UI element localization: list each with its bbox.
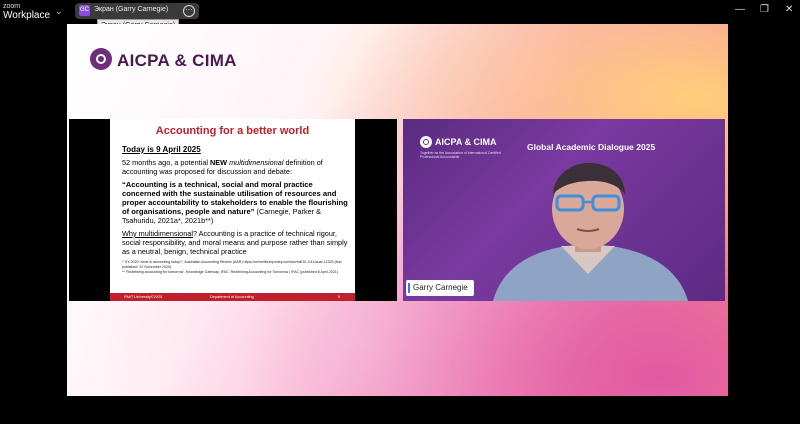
participant-name-tag: Garry Carnegie	[406, 280, 474, 296]
slide-footer-bar: RMIT University©2025 Department of Accou…	[110, 293, 355, 301]
footer-left: RMIT University©2025	[124, 295, 163, 299]
brand-large: Workplace	[3, 10, 51, 21]
slide-paragraph: 52 months ago, a potential NEW multidime…	[122, 158, 352, 176]
event-title: Global Academic Dialogue 2025	[527, 142, 656, 152]
footer-mid: Department of Accounting	[210, 295, 254, 299]
why-label: Why multidimensional	[122, 229, 193, 238]
close-button[interactable]: ✕	[785, 4, 793, 15]
slide-panel: Accounting for a better world Today is 9…	[69, 119, 397, 301]
more-options-icon[interactable]: ⋯	[183, 5, 195, 17]
minimize-button[interactable]: —	[735, 4, 745, 15]
share-label: Экран (Garry Carnegie)	[94, 6, 169, 13]
video-logo-text: AICPA & CIMA	[435, 137, 497, 147]
zoom-workplace-logo: zoom Workplace	[3, 3, 50, 21]
brand-small: zoom	[3, 3, 21, 10]
shared-screen: AICPA & CIMA Accounting for a better wor…	[67, 24, 728, 396]
footnote-2: ** 'Redefining accounting for tomorrow',…	[122, 270, 338, 274]
participant-video[interactable]: AICPA & CIMA Together as the Association…	[403, 119, 725, 301]
aicpa-cima-mark-icon	[90, 48, 112, 70]
slide-title: Accounting for a better world	[155, 125, 310, 137]
para-text: 52 months ago, a potential	[122, 158, 211, 167]
slide-body: Today is 9 April 2025 52 months ago, a p…	[122, 145, 352, 275]
logo-text: AICPA & CIMA	[117, 51, 237, 70]
footnote-1: * 'It's 2020: what is accounting today?'…	[122, 260, 342, 269]
footer-page: 5	[338, 295, 341, 299]
chevron-down-icon[interactable]: ⌄	[55, 6, 63, 17]
slide-quote-block: “Accounting is a technical, social and m…	[122, 180, 352, 225]
presentation-slide: Accounting for a better world Today is 9…	[110, 119, 355, 301]
aicpa-cima-mark-icon	[420, 136, 432, 148]
slide-why: Why multidimensional? Accounting is a pr…	[122, 229, 352, 256]
avatar: GC	[79, 5, 90, 16]
slide-date: Today is 9 April 2025	[122, 145, 201, 154]
screen-share-indicator[interactable]: GC Экран (Garry Carnegie) ⋯	[75, 3, 199, 19]
maximize-button[interactable]: ❐	[760, 4, 769, 15]
para-new: NEW	[210, 158, 228, 167]
para-multi: multidimensional	[229, 158, 284, 167]
participant-figure	[493, 162, 688, 301]
